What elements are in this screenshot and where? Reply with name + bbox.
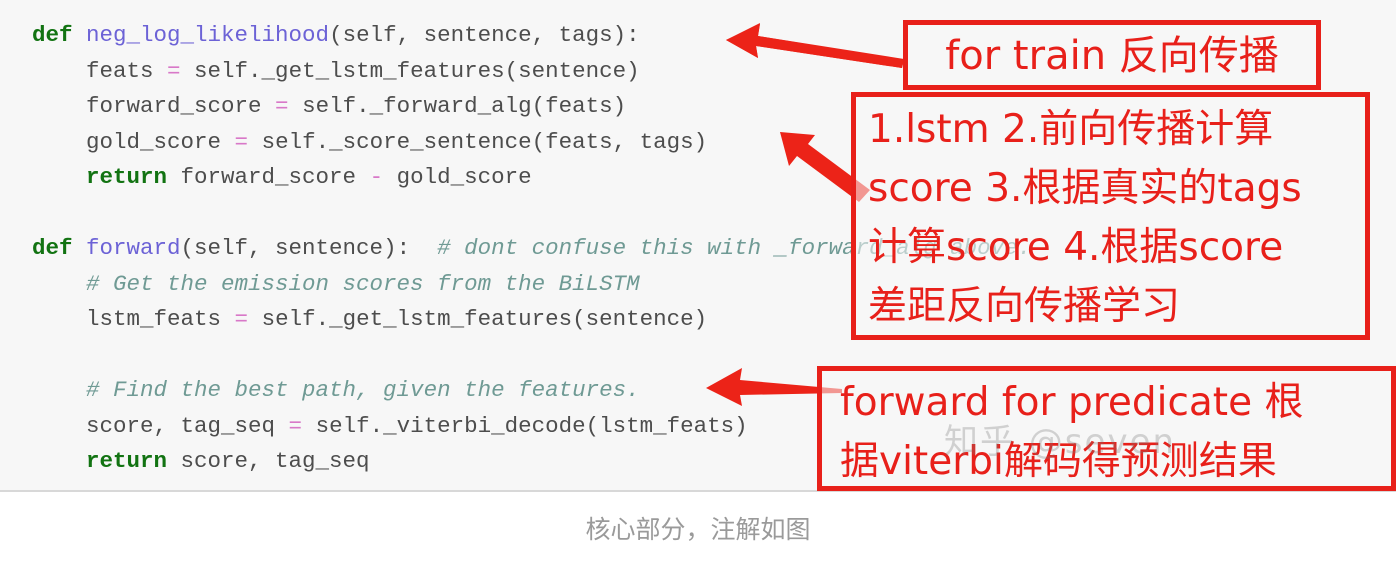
figure-caption: 核心部分，注解如图	[585, 515, 811, 544]
annotation-line: for train 反向传播	[945, 33, 1279, 79]
code-token: self._forward_alg(feats)	[288, 93, 627, 119]
code-token: (self, sentence, tags):	[329, 22, 640, 48]
code-token: =	[167, 57, 181, 84]
code-token: def	[32, 235, 87, 261]
code-token: self._get_lstm_features(sentence)	[180, 57, 640, 84]
code-token: score, tag_seq	[32, 412, 289, 439]
code-line: feats = self._get_lstm_features(sentence…	[32, 54, 1031, 90]
code-token: =	[275, 93, 289, 119]
code-token: =	[288, 412, 303, 439]
code-token: # Find the best path, given the features…	[32, 377, 640, 403]
code-token: forward	[86, 235, 181, 261]
annotation-line: 1.lstm 2.前向传播计算	[868, 107, 1274, 152]
code-token: self._viterbi_decode(lstm_feats)	[302, 412, 748, 439]
code-token: =	[234, 128, 249, 155]
zhihu-watermark: 知乎 @seven	[944, 422, 1177, 462]
code-token: neg_log_likelihood	[86, 22, 330, 48]
code-token: return	[32, 164, 168, 190]
code-token: self._get_lstm_features(sentence)	[248, 306, 708, 332]
annotation-box-steps: 1.lstm 2.前向传播计算 score 3.根据真实的tags 计算scor…	[851, 92, 1370, 340]
annotation-box-train: for train 反向传播	[903, 20, 1321, 90]
code-token: def	[32, 22, 87, 48]
screenshot-root: def neg_log_likelihood(self, sentence, t…	[0, 0, 1396, 578]
code-token: gold_score	[32, 128, 235, 155]
code-line: def neg_log_likelihood(self, sentence, t…	[32, 18, 1031, 54]
code-token: self._score_sentence(feats, tags)	[248, 128, 708, 155]
annotation-line: 差距反向传播学习	[868, 284, 1181, 329]
code-token: forward_score	[32, 93, 276, 119]
code-token: lstm_feats	[32, 306, 235, 332]
code-token: # Get the emission scores from the BiLST…	[32, 270, 640, 297]
code-token: (self, sentence):	[180, 235, 438, 261]
code-token: feats	[32, 57, 168, 84]
code-token: gold_score	[383, 164, 532, 190]
code-token: score, tag_seq	[167, 448, 370, 474]
code-token: forward_score	[167, 164, 370, 190]
code-token: return	[32, 448, 168, 474]
annotation-line: score 3.根据真实的tags	[868, 166, 1302, 211]
code-token: =	[234, 306, 249, 332]
code-token: -	[369, 164, 384, 190]
annotation-line: 计算score 4.根据score	[868, 225, 1284, 270]
